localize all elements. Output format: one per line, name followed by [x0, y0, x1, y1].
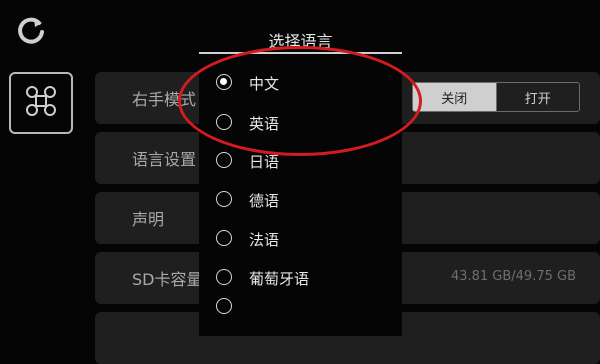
toggle-on-option[interactable]: 打开	[495, 83, 580, 111]
language-option-german[interactable]: 德语	[199, 185, 402, 215]
row-label: 右手模式	[132, 90, 197, 109]
radio-icon[interactable]	[216, 114, 232, 130]
option-label: 日语	[249, 153, 280, 171]
radio-icon[interactable]	[216, 230, 232, 246]
drone-button[interactable]	[9, 72, 73, 134]
language-option-french[interactable]: 法语	[199, 224, 402, 254]
radio-icon[interactable]	[216, 298, 232, 314]
language-option-english[interactable]: 英语	[199, 108, 402, 138]
title-divider	[199, 52, 402, 54]
row-label: 声明	[132, 210, 165, 229]
row-label: SD卡容量	[132, 270, 203, 289]
language-option-chinese[interactable]: 中文	[199, 68, 402, 98]
language-option[interactable]	[199, 292, 402, 322]
radio-icon[interactable]	[216, 191, 232, 207]
sd-card-capacity-value: 43.81 GB/49.75 GB	[450, 269, 576, 284]
option-label: 英语	[249, 115, 280, 133]
language-option-japanese[interactable]: 日语	[199, 146, 402, 176]
drone-icon	[24, 84, 58, 122]
option-label: 中文	[249, 75, 280, 93]
option-label: 葡萄牙语	[249, 270, 310, 288]
radio-icon[interactable]	[216, 152, 232, 168]
option-label: 德语	[249, 192, 280, 210]
row-label: 语言设置	[132, 150, 197, 169]
refresh-icon[interactable]	[14, 14, 48, 48]
language-picker-dialog: 选择语言 中文 英语 日语 德语 法语 葡萄牙语	[199, 18, 402, 336]
radio-icon[interactable]	[216, 269, 232, 285]
right-hand-mode-toggle[interactable]: 关闭 打开	[412, 82, 580, 112]
radio-selected-icon[interactable]	[216, 74, 232, 90]
toggle-off-option[interactable]: 关闭	[413, 83, 496, 111]
option-label: 法语	[249, 231, 280, 249]
language-option-portuguese[interactable]: 葡萄牙语	[199, 263, 402, 293]
dialog-title: 选择语言	[268, 32, 333, 51]
